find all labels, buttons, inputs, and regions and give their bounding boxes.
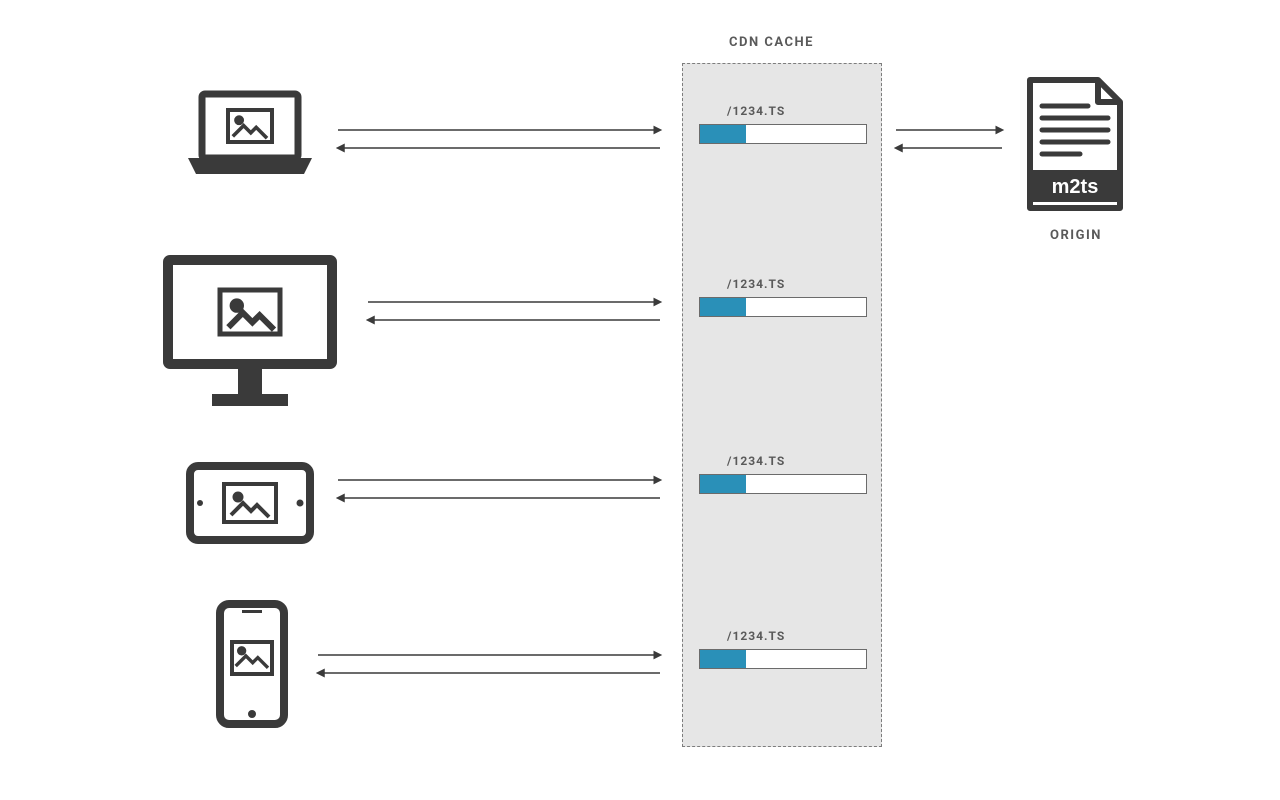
arrow-tablet-to-cache [330,470,670,510]
cache-slot-bar-3 [699,649,867,669]
cache-slot-label-3: /1234.TS [727,629,785,643]
arrow-cache-to-origin [890,120,1010,160]
arrow-phone-to-cache [310,645,670,685]
arrow-laptop-to-cache [330,120,670,160]
tablet-icon [186,462,314,544]
cache-slot-bar-1 [699,297,867,317]
cache-slot-label-0: /1234.TS [727,104,785,118]
origin-label: ORIGIN [1050,228,1102,243]
laptop-icon [180,88,320,183]
cdn-cache-title: CDN CACHE [729,35,814,50]
cache-slot-fill-0 [700,125,746,143]
arrow-monitor-to-cache [360,292,670,332]
cache-slot-fill-2 [700,475,746,493]
origin-file-icon: m2ts [1020,74,1130,214]
cache-slot-fill-3 [700,650,746,668]
cache-slot-bar-2 [699,474,867,494]
cache-slot-fill-1 [700,298,746,316]
origin-file-ext: m2ts [1052,176,1099,198]
phone-icon [214,600,290,728]
cache-slot-label-2: /1234.TS [727,454,785,468]
desktop-monitor-icon [160,252,340,412]
cache-slot-bar-0 [699,124,867,144]
diagram-canvas: CDN CACHE /1234.TS /1234.TS /1234.TS /12… [0,0,1280,800]
cache-slot-label-1: /1234.TS [727,277,785,291]
cdn-cache-box: /1234.TS /1234.TS /1234.TS /1234.TS [682,63,882,747]
